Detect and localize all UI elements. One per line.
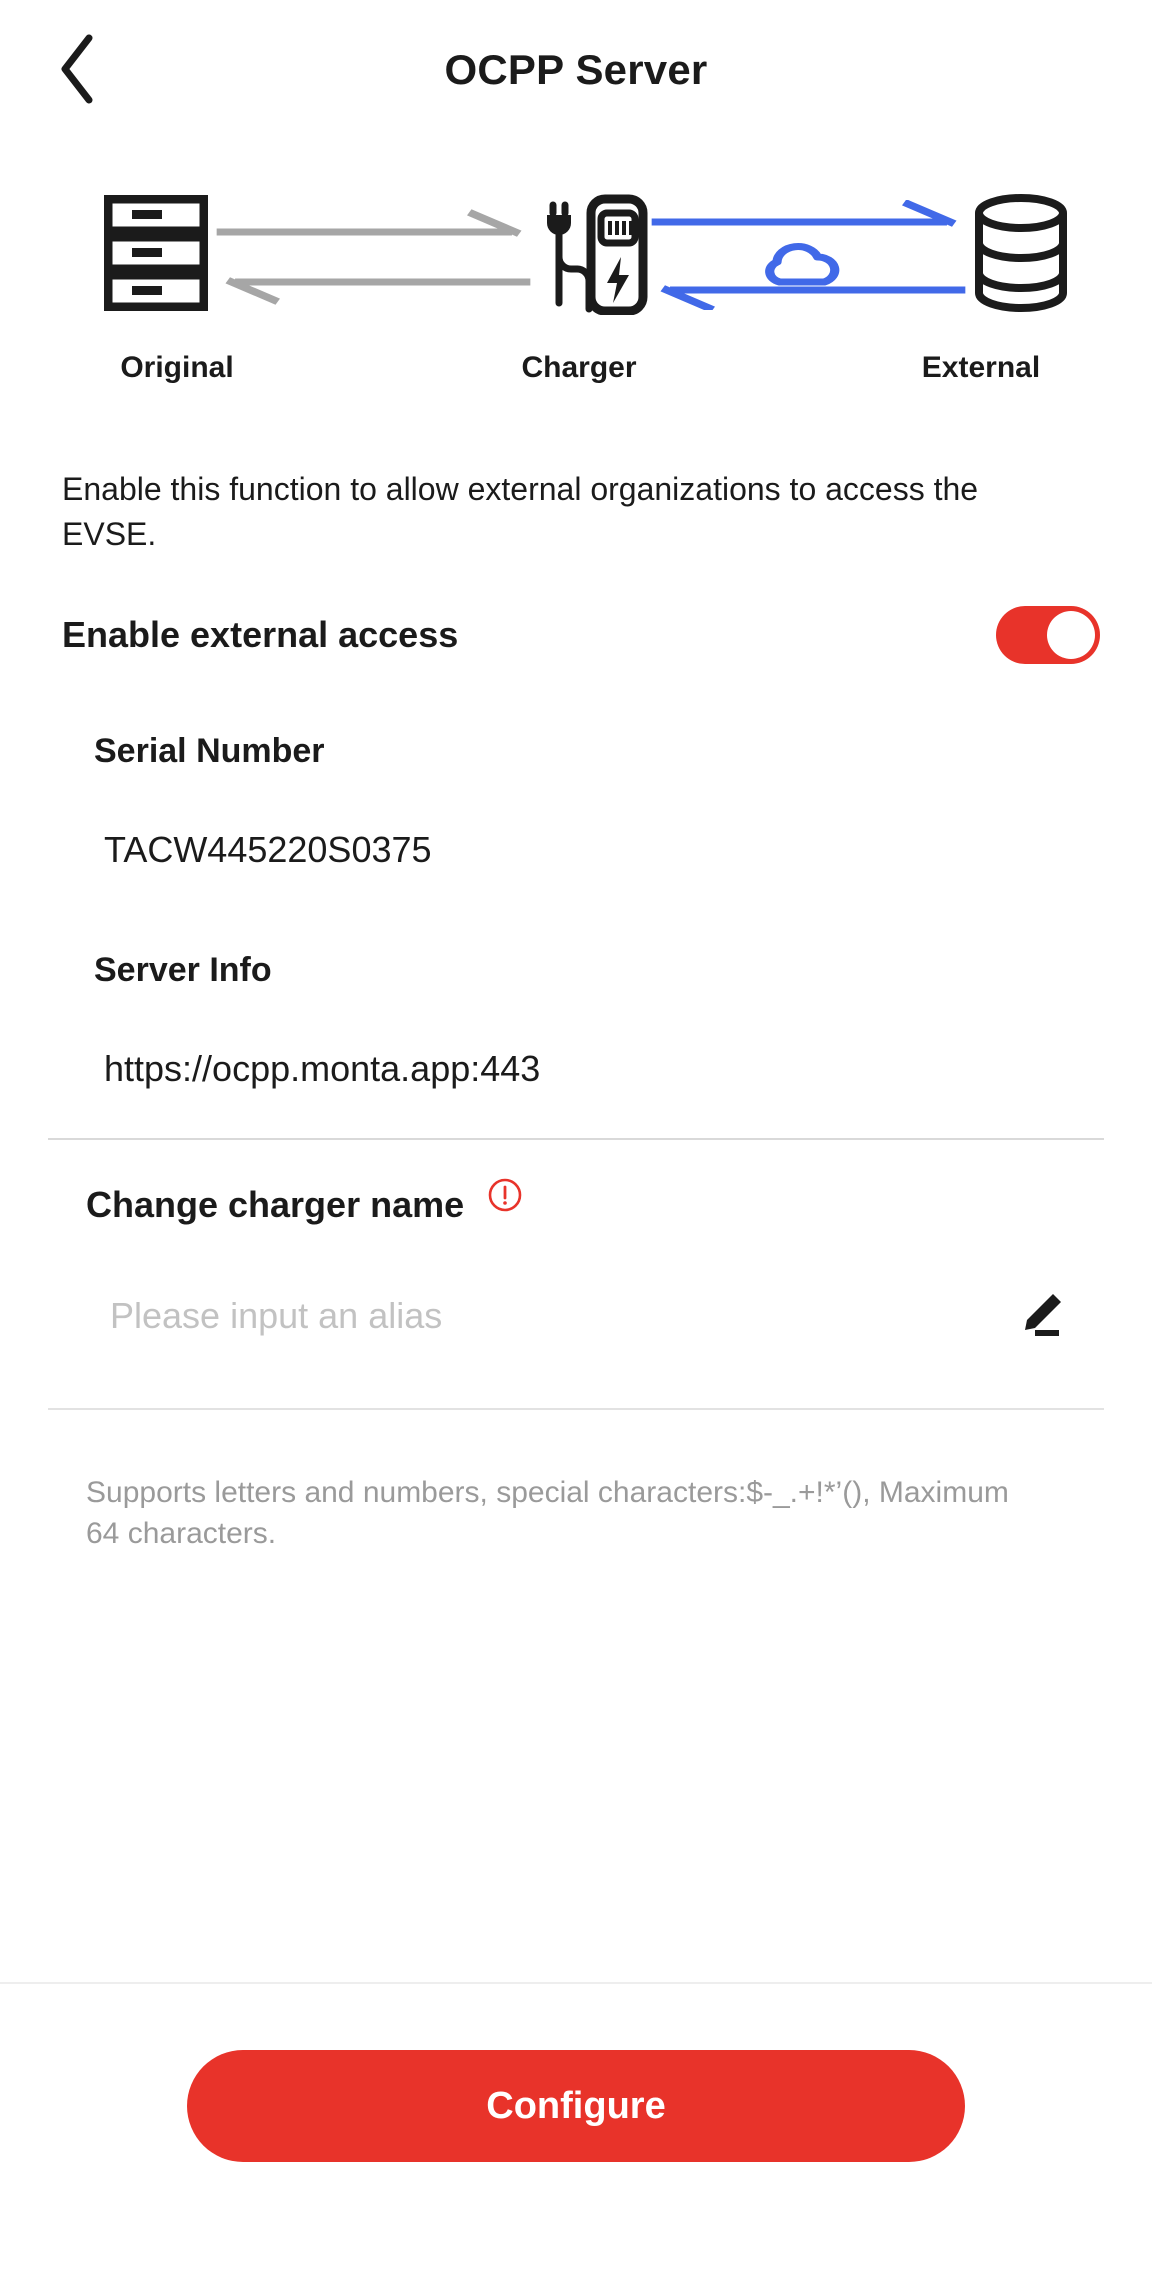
bottom-action-bar: Configure — [0, 1984, 1152, 2296]
pencil-icon — [1013, 1286, 1069, 1345]
cloud-icon — [765, 243, 840, 286]
diagram-label-original: Original — [120, 351, 234, 384]
enable-external-access-toggle[interactable] — [996, 605, 1100, 664]
diagram-link-charger-external — [651, 200, 966, 310]
change-charger-name-label: Change charger name — [86, 1183, 465, 1225]
connection-diagram — [0, 165, 1152, 345]
server-info-title: Server Info — [94, 950, 272, 989]
alias-input[interactable] — [48, 1294, 1004, 1337]
serial-number-value: TACW445220S0375 — [104, 828, 432, 870]
alias-helper-text: Supports letters and numbers, special ch… — [86, 1475, 1009, 1551]
page-title: OCPP Server — [444, 46, 708, 93]
enable-external-access-row: Enable external access — [62, 605, 1100, 664]
diagram-labels: Original Charger External — [0, 351, 1152, 385]
section-divider-top — [48, 1137, 1104, 1140]
section-divider-bottom — [48, 1407, 1104, 1410]
diagram-label-charger: Charger — [521, 351, 637, 384]
alert-circle-icon — [486, 1176, 524, 1219]
serial-number-section: Serial Number TACW445220S0375 — [62, 732, 1092, 871]
enable-external-access-label: Enable external access — [62, 613, 459, 655]
back-button[interactable] — [38, 28, 116, 112]
alias-input-row — [48, 1268, 1104, 1364]
server-stack-icon — [103, 194, 209, 316]
server-info-section: Server Info https://ocpp.monta.app:443 — [62, 951, 1092, 1090]
diagram-node-charger — [531, 191, 651, 320]
edit-alias-button[interactable] — [1004, 1279, 1078, 1353]
ocpp-server-screen: OCPP Server Original Charger External En… — [0, 0, 1152, 2296]
configure-button[interactable]: Configure — [187, 2050, 965, 2162]
ev-charger-icon — [533, 191, 649, 320]
serial-number-title: Serial Number — [94, 731, 325, 770]
change-charger-name-row: Change charger name — [62, 1179, 1092, 1226]
diagram-link-original-charger — [216, 200, 531, 310]
chevron-left-icon — [57, 34, 97, 107]
server-info-value: https://ocpp.monta.app:443 — [104, 1047, 541, 1089]
diagram-node-original — [96, 194, 216, 316]
description-text: Enable this function to allow external o… — [62, 471, 979, 553]
toggle-knob — [1047, 610, 1095, 659]
diagram-label-external: External — [921, 351, 1041, 384]
database-icon — [971, 193, 1071, 318]
app-header: OCPP Server — [0, 0, 1152, 140]
diagram-node-external — [966, 193, 1076, 318]
